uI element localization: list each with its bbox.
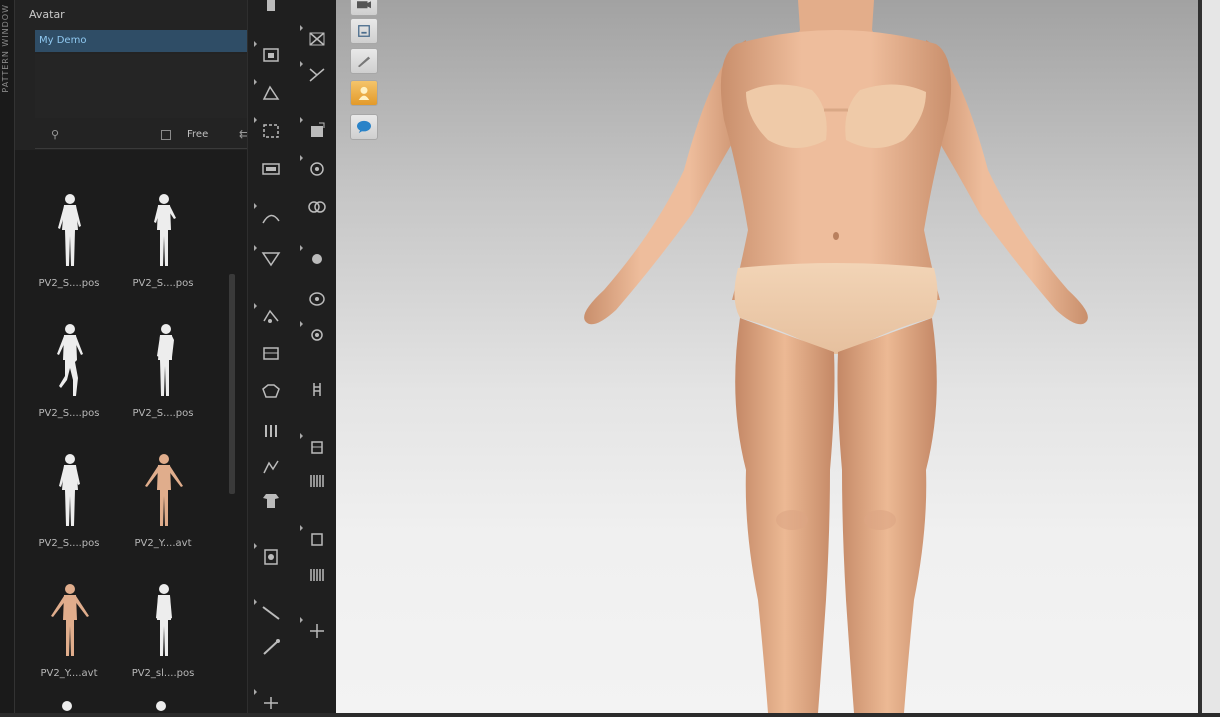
avatar-thumbnail	[154, 194, 176, 266]
fold-arrangement-2-icon[interactable]	[300, 61, 330, 86]
fold-arrangement-icon[interactable]	[300, 25, 330, 50]
avatar-section: Avatar My Demo	[25, 0, 253, 118]
library-item[interactable]: PV2_S....pos	[23, 302, 115, 422]
avatar-thumbnail	[157, 324, 174, 396]
pin-tool-icon[interactable]	[254, 543, 284, 568]
library-item[interactable]: PV2_S....pos	[117, 172, 209, 292]
sewing-tool-icon[interactable]	[254, 303, 284, 328]
move-tool-icon[interactable]	[300, 617, 330, 642]
library-item-label: PV2_Y....avt	[134, 538, 192, 549]
library-item[interactable]: PV2_S....pos	[23, 172, 115, 292]
avatar-thumbnail	[156, 584, 172, 656]
pattern-window-strip[interactable]: PATTERN WINDOW	[0, 0, 15, 713]
fabric-stripes-icon[interactable]	[304, 564, 330, 586]
library-item[interactable]: PV2_S....pos	[117, 302, 209, 422]
dart-tool-icon[interactable]	[254, 245, 284, 270]
texture-icon[interactable]	[300, 245, 330, 270]
segment-sewing-icon[interactable]	[258, 342, 284, 364]
library-item-label: PV2_Y....avt	[40, 668, 98, 679]
library-item-label: PV2_S....pos	[38, 278, 100, 289]
right-panel-edge	[1202, 0, 1220, 713]
free-label: Free	[187, 129, 209, 140]
curve-tool-icon[interactable]	[254, 203, 284, 228]
library-item-label: PV2_sl....pos	[131, 668, 195, 679]
library-item-label: PV2_S....pos	[38, 538, 100, 549]
button-tool-icon[interactable]	[300, 321, 330, 346]
search-icon[interactable]: ⚲	[51, 128, 59, 141]
library-scrollbar[interactable]	[229, 274, 235, 494]
front-view-icon[interactable]	[350, 18, 378, 44]
avatar-thumbnail	[57, 324, 83, 396]
avatar-thumbnail	[59, 454, 80, 526]
search-input[interactable]	[65, 128, 159, 146]
avatar-thumbnail	[58, 194, 81, 266]
pattern-window-label: PATTERN WINDOW	[1, 4, 10, 93]
free-checkbox[interactable]	[161, 130, 171, 140]
avatar-measure-icon[interactable]	[300, 155, 330, 180]
speech-icon[interactable]	[350, 114, 378, 140]
library-grid: PV2_S....pos PV2_S....pos PV2_S....pos P…	[15, 150, 247, 713]
library-item[interactable]: PV2_sl....pos	[117, 562, 209, 682]
garment-tool-icon[interactable]	[258, 490, 284, 512]
viewport-toolbar	[348, 0, 382, 150]
library-panel: Avatar My Demo ⚲ Free ⇇ PV2_S....pos PV2…	[15, 0, 257, 713]
library-item-label: PV2_S....pos	[132, 408, 194, 419]
edit-pattern-icon[interactable]	[254, 79, 284, 104]
library-item-label: PV2_S....pos	[132, 278, 194, 289]
avatar-section-title: Avatar	[29, 8, 65, 21]
avatar-list-item-selected[interactable]: My Demo	[35, 30, 253, 52]
free-sewing-icon[interactable]	[258, 380, 284, 402]
library-item-partial	[57, 696, 77, 713]
avatar-3d-model[interactable]	[446, 0, 1198, 713]
avatar-icon[interactable]	[350, 80, 378, 106]
topstitch-icon[interactable]	[300, 433, 330, 458]
avatar-thumbnail	[145, 454, 183, 526]
zipper-tool-icon[interactable]	[304, 378, 330, 400]
line-tool-icon[interactable]	[258, 636, 284, 658]
tack-tool-icon[interactable]	[258, 456, 284, 478]
transform-pattern-icon[interactable]	[254, 41, 284, 66]
library-item[interactable]: PV2_Y....avt	[23, 562, 115, 682]
extra-tool-icon[interactable]	[254, 689, 284, 714]
tool-column	[247, 0, 337, 713]
polygon-tool-icon[interactable]	[254, 117, 284, 142]
select-mesh-icon[interactable]	[300, 117, 330, 142]
3d-viewport[interactable]	[336, 0, 1198, 713]
fold-tool-icon[interactable]	[258, 420, 284, 442]
avatar-list	[35, 54, 253, 118]
library-item[interactable]: PV2_S....pos	[23, 432, 115, 552]
select-tool-icon[interactable]	[258, 0, 284, 18]
camera-icon[interactable]	[350, 0, 378, 16]
library-search-bar: ⚲ Free ⇇	[35, 126, 257, 149]
rectangle-tool-icon[interactable]	[258, 158, 284, 180]
puckering-icon[interactable]	[300, 525, 330, 550]
measure-tool-icon[interactable]	[254, 599, 284, 624]
library-item-partial	[151, 696, 171, 713]
body-measure-icon[interactable]	[304, 196, 330, 218]
graphic-icon[interactable]	[304, 288, 330, 310]
pencil-icon[interactable]	[350, 48, 378, 74]
library-item[interactable]: PV2_Y....avt	[117, 432, 209, 552]
avatar-thumbnail	[51, 584, 89, 656]
library-item-label: PV2_S....pos	[38, 408, 100, 419]
stitch-pattern-icon[interactable]	[304, 470, 330, 492]
